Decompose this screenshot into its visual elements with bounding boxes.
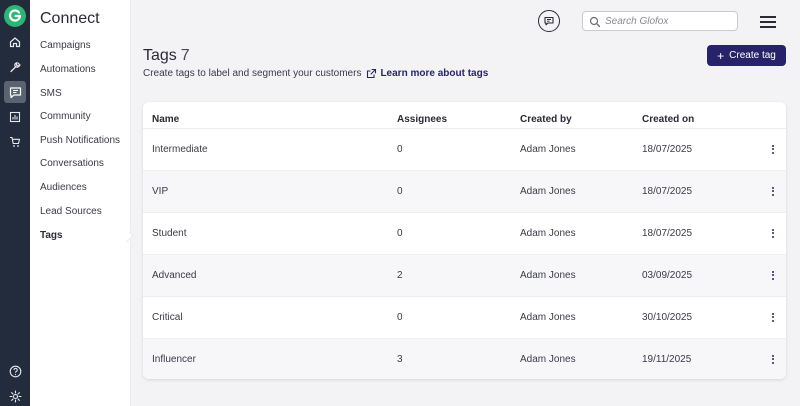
tag-created-on: 03/09/2025 [642,270,693,281]
chat-icon[interactable] [538,10,560,32]
hamburger-menu-icon[interactable] [760,16,776,28]
tag-assignees: 2 [397,270,403,281]
tag-created-by: Adam Jones [520,228,576,239]
tag-created-on: 18/07/2025 [642,144,693,155]
table-row[interactable]: Student 0 Adam Jones 18/07/2025 [143,212,786,254]
search-box[interactable] [582,11,738,31]
create-tag-button[interactable]: + Create tag [707,45,786,66]
tag-created-by: Adam Jones [520,270,576,281]
nav-rail [0,0,30,406]
glofox-logo-icon[interactable] [4,5,26,27]
column-header-assignees[interactable]: Assignees [397,114,447,125]
plus-icon: + [717,48,725,63]
column-header-created-on[interactable]: Created on [642,114,694,125]
sidebar-item-sms[interactable]: SMS [40,88,62,99]
sidebar: Connect Campaigns Automations SMS Commun… [30,0,134,406]
tag-created-on: 18/07/2025 [642,228,693,239]
page-title: Tags 7 [143,47,190,65]
row-actions-icon[interactable] [770,352,776,366]
sidebar-item-lead-sources[interactable]: Lead Sources [40,206,102,217]
reports-icon[interactable] [4,106,26,128]
active-indicator [122,231,134,243]
tag-created-by: Adam Jones [520,144,576,155]
table-row[interactable]: Critical 0 Adam Jones 30/10/2025 [143,296,786,338]
tag-created-by: Adam Jones [520,312,576,323]
tags-table: Name Assignees Created by Created on Int… [143,102,786,379]
tag-name: VIP [152,186,169,197]
tag-name: Critical [152,312,183,323]
tag-created-on: 18/07/2025 [642,186,693,197]
search-icon [589,15,601,33]
table-row[interactable]: Intermediate 0 Adam Jones 18/07/2025 [143,128,786,170]
tag-count: 7 [180,47,190,64]
tag-created-on: 19/11/2025 [642,354,692,365]
sidebar-title: Connect [40,10,100,27]
tag-assignees: 0 [397,312,403,323]
tag-name: Intermediate [152,144,208,155]
page-subtitle: Create tags to label and segment your cu… [143,68,488,79]
sidebar-item-conversations[interactable]: Conversations [40,158,104,169]
sidebar-item-tags[interactable]: Tags [40,230,63,241]
create-tag-label: Create tag [729,50,776,61]
cart-icon[interactable] [4,131,26,153]
tag-created-on: 30/10/2025 [642,312,693,323]
row-actions-icon[interactable] [770,310,776,324]
tag-name: Advanced [152,270,197,281]
help-icon[interactable] [4,360,26,382]
row-actions-icon[interactable] [770,226,776,240]
tag-created-by: Adam Jones [520,354,576,365]
sidebar-item-audiences[interactable]: Audiences [40,182,87,193]
sidebar-item-automations[interactable]: Automations [40,64,96,75]
tag-assignees: 0 [397,228,403,239]
tag-assignees: 3 [397,354,403,365]
subtitle-text: Create tags to label and segment your cu… [143,68,362,79]
sidebar-item-community[interactable]: Community [40,111,91,122]
search-input[interactable] [605,14,733,29]
sidebar-item-campaigns[interactable]: Campaigns [40,40,91,51]
page-title-text: Tags [143,47,177,64]
tag-created-by: Adam Jones [520,186,576,197]
tag-assignees: 0 [397,186,403,197]
home-icon[interactable] [4,31,26,53]
column-header-created-by[interactable]: Created by [520,114,572,125]
row-actions-icon[interactable] [770,184,776,198]
column-header-name[interactable]: Name [152,114,179,125]
row-actions-icon[interactable] [770,268,776,282]
external-link-icon[interactable] [366,68,377,79]
tag-name: Student [152,228,187,239]
connect-icon[interactable] [4,81,26,103]
table-row[interactable]: Advanced 2 Adam Jones 03/09/2025 [143,254,786,296]
tag-name: Influencer [152,354,196,365]
settings-icon[interactable] [4,385,26,406]
wrench-icon[interactable] [4,56,26,78]
table-row[interactable]: Influencer 3 Adam Jones 19/11/2025 [143,338,786,379]
sidebar-item-push-notifications[interactable]: Push Notifications [40,135,120,146]
table-row[interactable]: VIP 0 Adam Jones 18/07/2025 [143,170,786,212]
row-actions-icon[interactable] [770,142,776,156]
learn-more-link[interactable]: Learn more about tags [380,68,488,79]
tag-assignees: 0 [397,144,403,155]
